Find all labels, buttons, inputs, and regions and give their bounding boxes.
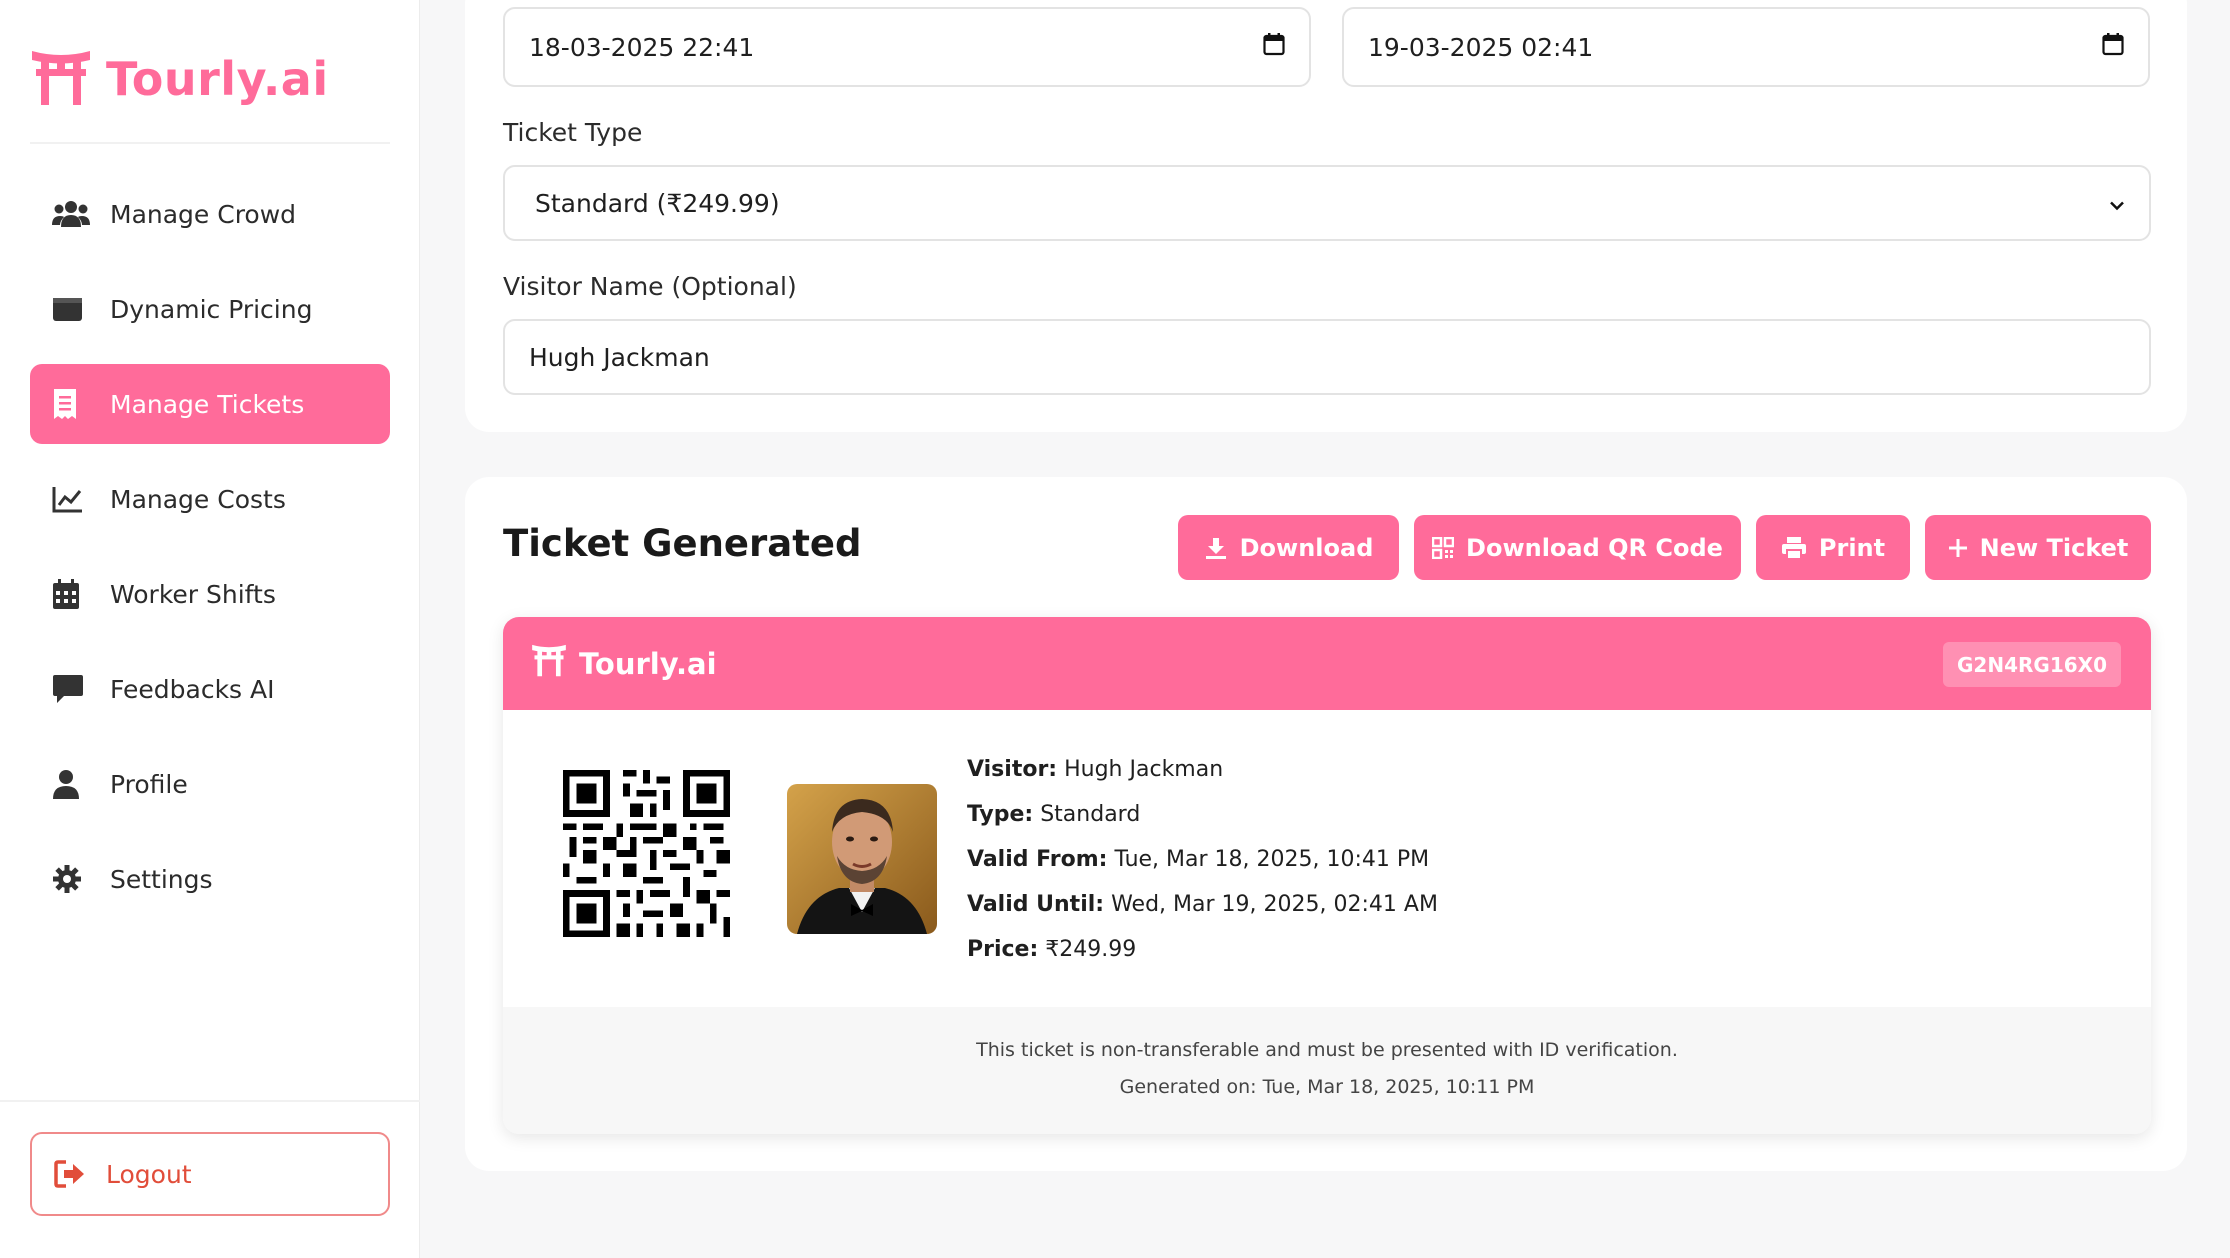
- ticket-footer-note: This ticket is non-transferable and must…: [976, 1039, 1678, 1061]
- sidebar-item-label: Manage Costs: [110, 484, 286, 514]
- download-icon: [1204, 536, 1228, 560]
- valid-from-label: Valid From:: [967, 847, 1108, 872]
- sidebar-nav: Manage Crowd Dynamic Pricing Manage Tick…: [30, 174, 390, 934]
- visitor-value: Hugh Jackman: [1064, 757, 1224, 782]
- wallet-icon: [52, 292, 92, 326]
- valid-until-value: 19-03-2025 02:41: [1368, 32, 1594, 62]
- ticket-id-badge: G2N4RG16X0: [1943, 642, 2121, 687]
- new-ticket-label: New Ticket: [1979, 533, 2129, 562]
- valid-from-value: Tue, Mar 18, 2025, 10:41 PM: [1114, 847, 1430, 872]
- ticket-brand-name: Tourly.ai: [579, 646, 717, 681]
- ticket-brand: Tourly.ai: [531, 617, 717, 710]
- calendar-icon[interactable]: [1263, 32, 1285, 62]
- download-qr-label: Download QR Code: [1466, 533, 1723, 562]
- valid-until-row: Valid Until: Wed, Mar 19, 2025, 02:41 AM: [967, 882, 1438, 927]
- calendar-icon[interactable]: [2102, 32, 2124, 62]
- calendar-icon: [52, 577, 92, 611]
- visitor-label: Visitor:: [967, 757, 1058, 782]
- ticket-details: Visitor: Hugh Jackman Type: Standard Val…: [967, 747, 1438, 972]
- ticket-preview: Tourly.ai G2N4RG16X0 Visitor: Hugh Jackm…: [503, 617, 2151, 1134]
- visitor-photo: [787, 784, 937, 934]
- sidebar-item-label: Profile: [110, 769, 188, 799]
- divider: [30, 142, 390, 144]
- divider: [0, 1100, 420, 1102]
- visitor-name-label: Visitor Name (Optional): [503, 272, 797, 301]
- plus-icon: [1948, 538, 1968, 558]
- ticket-header: Tourly.ai G2N4RG16X0: [503, 617, 2151, 710]
- sign-out-icon: [54, 1160, 86, 1188]
- receipt-icon: [52, 387, 92, 421]
- torii-gate-icon: [30, 47, 92, 111]
- download-qr-button[interactable]: Download QR Code: [1414, 515, 1741, 580]
- ticket-type-select[interactable]: Standard (₹249.99): [503, 165, 2151, 241]
- price-label: Price:: [967, 937, 1039, 962]
- logout-label: Logout: [106, 1159, 192, 1189]
- sidebar-item-settings[interactable]: Settings: [30, 839, 390, 919]
- sidebar-item-label: Worker Shifts: [110, 579, 276, 609]
- visitor-name-input[interactable]: Hugh Jackman: [503, 319, 2151, 395]
- brand-name: Tourly.ai: [106, 52, 329, 106]
- visitor-row: Visitor: Hugh Jackman: [967, 747, 1438, 792]
- qr-code: [563, 770, 730, 937]
- ticket-type-label: Ticket Type: [503, 118, 643, 147]
- sidebar-item-manage-crowd[interactable]: Manage Crowd: [30, 174, 390, 254]
- valid-until-value: Wed, Mar 19, 2025, 02:41 AM: [1111, 892, 1438, 917]
- print-button[interactable]: Print: [1756, 515, 1910, 580]
- brand-logo[interactable]: Tourly.ai: [30, 44, 329, 114]
- section-title: Ticket Generated: [503, 522, 862, 565]
- valid-from-datetime-input[interactable]: 18-03-2025 22:41: [503, 7, 1311, 87]
- valid-until-datetime-input[interactable]: 19-03-2025 02:41: [1342, 7, 2150, 87]
- qrcode-icon: [1432, 536, 1455, 559]
- type-label: Type:: [967, 802, 1034, 827]
- price-row: Price: ₹249.99: [967, 927, 1438, 972]
- torii-gate-icon: [531, 642, 567, 685]
- users-icon: [52, 197, 92, 231]
- sidebar: Tourly.ai Manage Crowd Dynamic Pricing M…: [0, 0, 420, 1258]
- line-chart-icon: [52, 482, 92, 516]
- download-label: Download: [1239, 533, 1374, 562]
- type-row: Type: Standard: [967, 792, 1438, 837]
- sidebar-item-label: Dynamic Pricing: [110, 294, 313, 324]
- sidebar-item-manage-costs[interactable]: Manage Costs: [30, 459, 390, 539]
- price-value: ₹249.99: [1045, 937, 1137, 962]
- sidebar-item-label: Manage Crowd: [110, 199, 297, 229]
- logout-button[interactable]: Logout: [30, 1132, 390, 1216]
- download-button[interactable]: Download: [1178, 515, 1399, 580]
- sidebar-item-profile[interactable]: Profile: [30, 744, 390, 824]
- sidebar-item-feedbacks-ai[interactable]: Feedbacks AI: [30, 649, 390, 729]
- gear-icon: [52, 862, 92, 896]
- type-value: Standard: [1040, 802, 1141, 827]
- sidebar-item-label: Settings: [110, 864, 213, 894]
- sidebar-item-worker-shifts[interactable]: Worker Shifts: [30, 554, 390, 634]
- visitor-name-value: Hugh Jackman: [529, 342, 710, 372]
- sidebar-item-label: Feedbacks AI: [110, 674, 275, 704]
- ticket-footer: This ticket is non-transferable and must…: [503, 1007, 2151, 1134]
- print-icon: [1781, 536, 1807, 560]
- valid-until-label: Valid Until:: [967, 892, 1105, 917]
- comment-icon: [52, 672, 92, 706]
- user-icon: [52, 767, 92, 801]
- ticket-type-selected: Standard (₹249.99): [535, 188, 780, 218]
- chevron-down-icon: [2109, 189, 2125, 218]
- sidebar-item-manage-tickets[interactable]: Manage Tickets: [30, 364, 390, 444]
- print-label: Print: [1818, 533, 1886, 562]
- sidebar-item-dynamic-pricing[interactable]: Dynamic Pricing: [30, 269, 390, 349]
- valid-from-value: 18-03-2025 22:41: [529, 32, 755, 62]
- new-ticket-button[interactable]: New Ticket: [1925, 515, 2151, 580]
- valid-from-row: Valid From: Tue, Mar 18, 2025, 10:41 PM: [967, 837, 1438, 882]
- ticket-generated-on: Generated on: Tue, Mar 18, 2025, 10:11 P…: [1119, 1076, 1535, 1098]
- sidebar-item-label: Manage Tickets: [110, 389, 305, 419]
